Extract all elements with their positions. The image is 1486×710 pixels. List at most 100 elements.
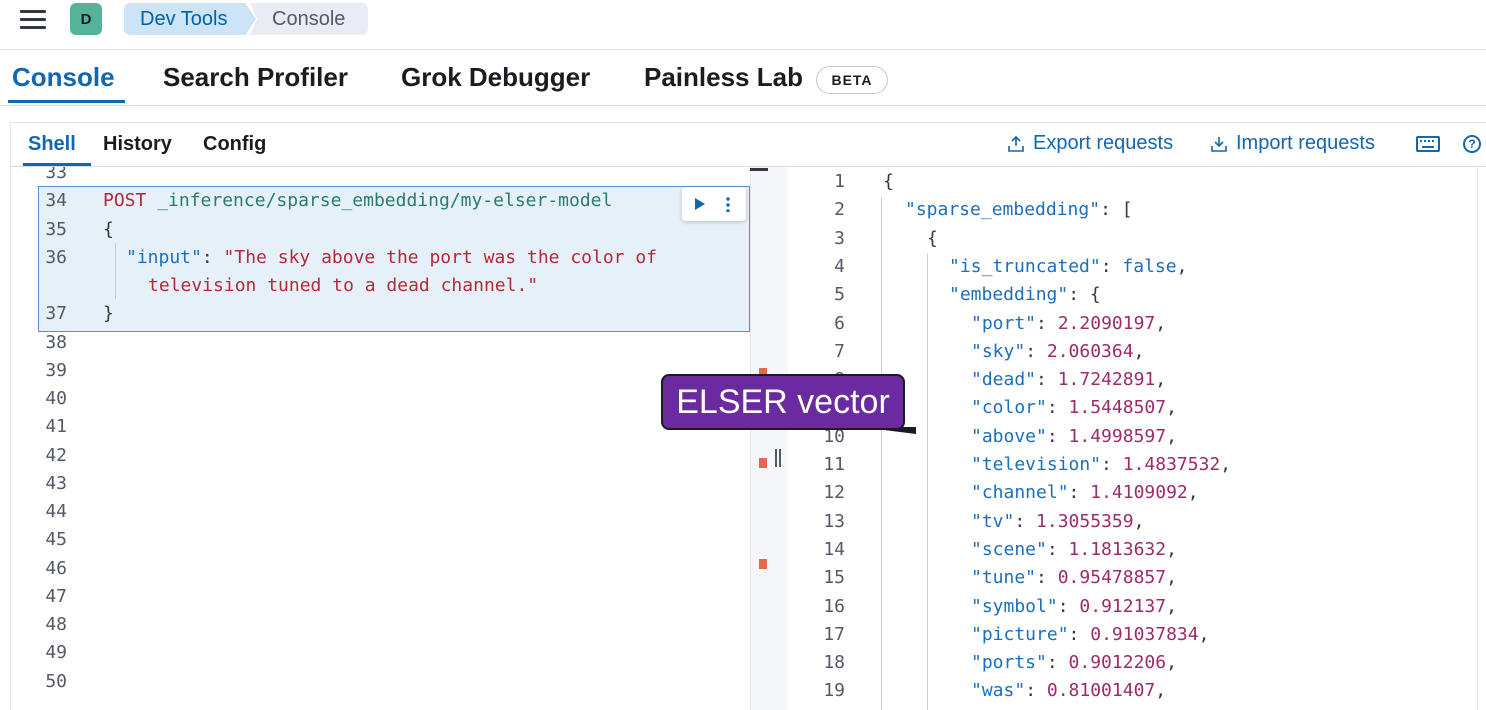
line-number: 18	[823, 652, 845, 674]
json-key: "channel"	[971, 482, 1069, 504]
code-text: "scene": 1.1813632,	[971, 536, 1177, 564]
output-line: 15 "tune": 0.95478857,	[789, 564, 1477, 592]
scroll-marker	[759, 559, 767, 569]
editor-line: 50	[11, 668, 750, 696]
editor-line: 47	[11, 583, 750, 611]
line-number: 4	[834, 255, 845, 277]
line-number: 1	[834, 171, 845, 192]
tab-painless-lab[interactable]: Painless Lab	[644, 62, 803, 93]
json-number: 1.3055359	[1036, 510, 1134, 532]
request-path: _inference/sparse_embedding/my-elser-mod…	[157, 190, 613, 212]
editor-line: television tuned to a dead channel."	[11, 272, 750, 300]
line-number: 46	[45, 557, 67, 579]
code-text: "ports": 0.9012206,	[971, 649, 1177, 677]
json-colon: :	[1014, 510, 1037, 532]
code-text: "sparse_embedding": [	[905, 196, 1133, 224]
breadcrumb-dev-tools[interactable]: Dev Tools	[124, 3, 256, 35]
code-text: "color": 1.5448507,	[971, 394, 1177, 422]
avatar[interactable]: D	[70, 3, 102, 35]
json-number: 0.9012206	[1068, 652, 1167, 674]
code-text: "input": "The sky above the port was the…	[126, 244, 657, 272]
json-key: "embedding"	[949, 284, 1069, 306]
output-line: 2 "sparse_embedding": [	[789, 196, 1477, 224]
request-editor[interactable]: 33 34 POST _inference/sparse_embedding/my-…	[11, 167, 750, 710]
line-number: 35	[45, 218, 67, 240]
json-comma: ,	[1155, 312, 1167, 334]
import-icon	[1211, 136, 1227, 152]
line-number: 50	[45, 670, 67, 692]
export-requests-button[interactable]: Export requests	[1007, 132, 1173, 155]
line-number: 11	[823, 454, 845, 475]
tab-shell[interactable]: Shell	[28, 133, 76, 156]
code-text: "embedding": {	[949, 281, 1101, 309]
resize-grip-icon[interactable]	[775, 449, 781, 467]
editor-scrollbar-thumb[interactable]	[750, 168, 768, 171]
line-number: 41	[45, 416, 67, 438]
json-colon: :	[1046, 397, 1069, 419]
line-number: 39	[45, 359, 67, 381]
play-icon[interactable]	[695, 198, 705, 210]
editor-line: 36 "input": "The sky above the port was t…	[11, 244, 750, 272]
code-text: "tune": 0.95478857,	[971, 564, 1177, 592]
json-string: television tuned to a dead channel."	[148, 275, 539, 296]
json-key: "tv"	[971, 510, 1015, 532]
tab-console[interactable]: Console	[12, 62, 115, 93]
line-number: 44	[45, 501, 67, 522]
line-number: 6	[834, 312, 845, 334]
json-key: "tune"	[971, 567, 1037, 589]
pane-splitter[interactable]	[750, 167, 788, 710]
json-number: 0.81001407	[1046, 680, 1156, 702]
json-colon: :	[1057, 595, 1080, 617]
output-line: 16 "symbol": 0.912137,	[789, 593, 1477, 621]
json-string: "The sky above the port was the color of	[223, 246, 658, 268]
line-number: 47	[45, 585, 67, 607]
json-colon: :	[1100, 255, 1123, 277]
json-colon: :	[201, 246, 224, 268]
json-colon: :	[1025, 680, 1047, 702]
json-comma: ,	[1133, 510, 1145, 532]
code-punct: }	[103, 303, 114, 325]
line-number: 16	[823, 595, 845, 617]
editor-line: 37}	[11, 300, 750, 328]
json-key: "is_truncated"	[949, 255, 1101, 277]
active-tab-indicator	[8, 100, 125, 103]
tab-history[interactable]: History	[103, 133, 172, 156]
json-colon: :	[1036, 369, 1058, 391]
code-text: "picture": 0.91037834,	[971, 621, 1209, 649]
app-tabs: Console Search Profiler Grok Debugger Pa…	[0, 50, 1486, 106]
editor-line: 34 POST _inference/sparse_embedding/my-el…	[11, 187, 750, 215]
export-requests-label: Export requests	[1033, 132, 1174, 154]
beta-badge: BETA	[816, 66, 888, 94]
vertical-dots-icon[interactable]	[726, 196, 730, 212]
hamburger-icon[interactable]	[20, 10, 46, 30]
import-requests-button[interactable]: Import requests	[1210, 132, 1375, 155]
output-line: 18 "ports": 0.9012206,	[789, 649, 1477, 677]
line-number: 33	[45, 167, 67, 183]
editor-line: 33	[11, 167, 750, 187]
keyboard-icon[interactable]	[1416, 136, 1440, 152]
json-number: 2.2090197	[1057, 312, 1156, 334]
json-key: "scene"	[971, 538, 1047, 560]
json-colon: :	[1046, 652, 1069, 674]
tab-config[interactable]: Config	[203, 133, 266, 156]
json-comma: ,	[1220, 454, 1232, 475]
line-number: 49	[45, 642, 67, 664]
code-punct: {	[103, 218, 114, 240]
breadcrumb-console: Console	[250, 3, 368, 35]
json-comma: ,	[1155, 680, 1167, 702]
line-number: 36	[45, 246, 67, 268]
response-output: 1{2 "sparse_embedding": [3{4 "is_truncated…	[789, 167, 1477, 710]
json-number: 1.5448507	[1068, 397, 1167, 419]
json-comma: ,	[1166, 397, 1177, 419]
editor-line: 46	[11, 555, 750, 583]
json-number: 0.91037834	[1090, 623, 1199, 645]
editor-line: 49	[11, 639, 750, 667]
tab-search-profiler[interactable]: Search Profiler	[163, 62, 348, 93]
output-line: 6 "port": 2.2090197,	[789, 310, 1477, 338]
help-icon[interactable]: ?	[1463, 135, 1481, 153]
json-number: 1.4109092	[1090, 482, 1188, 504]
code-text: "dead": 1.7242891,	[971, 366, 1166, 394]
code-text: "is_truncated": false,	[949, 253, 1187, 281]
editor-line: 45	[11, 526, 750, 554]
tab-grok-debugger[interactable]: Grok Debugger	[401, 62, 590, 93]
